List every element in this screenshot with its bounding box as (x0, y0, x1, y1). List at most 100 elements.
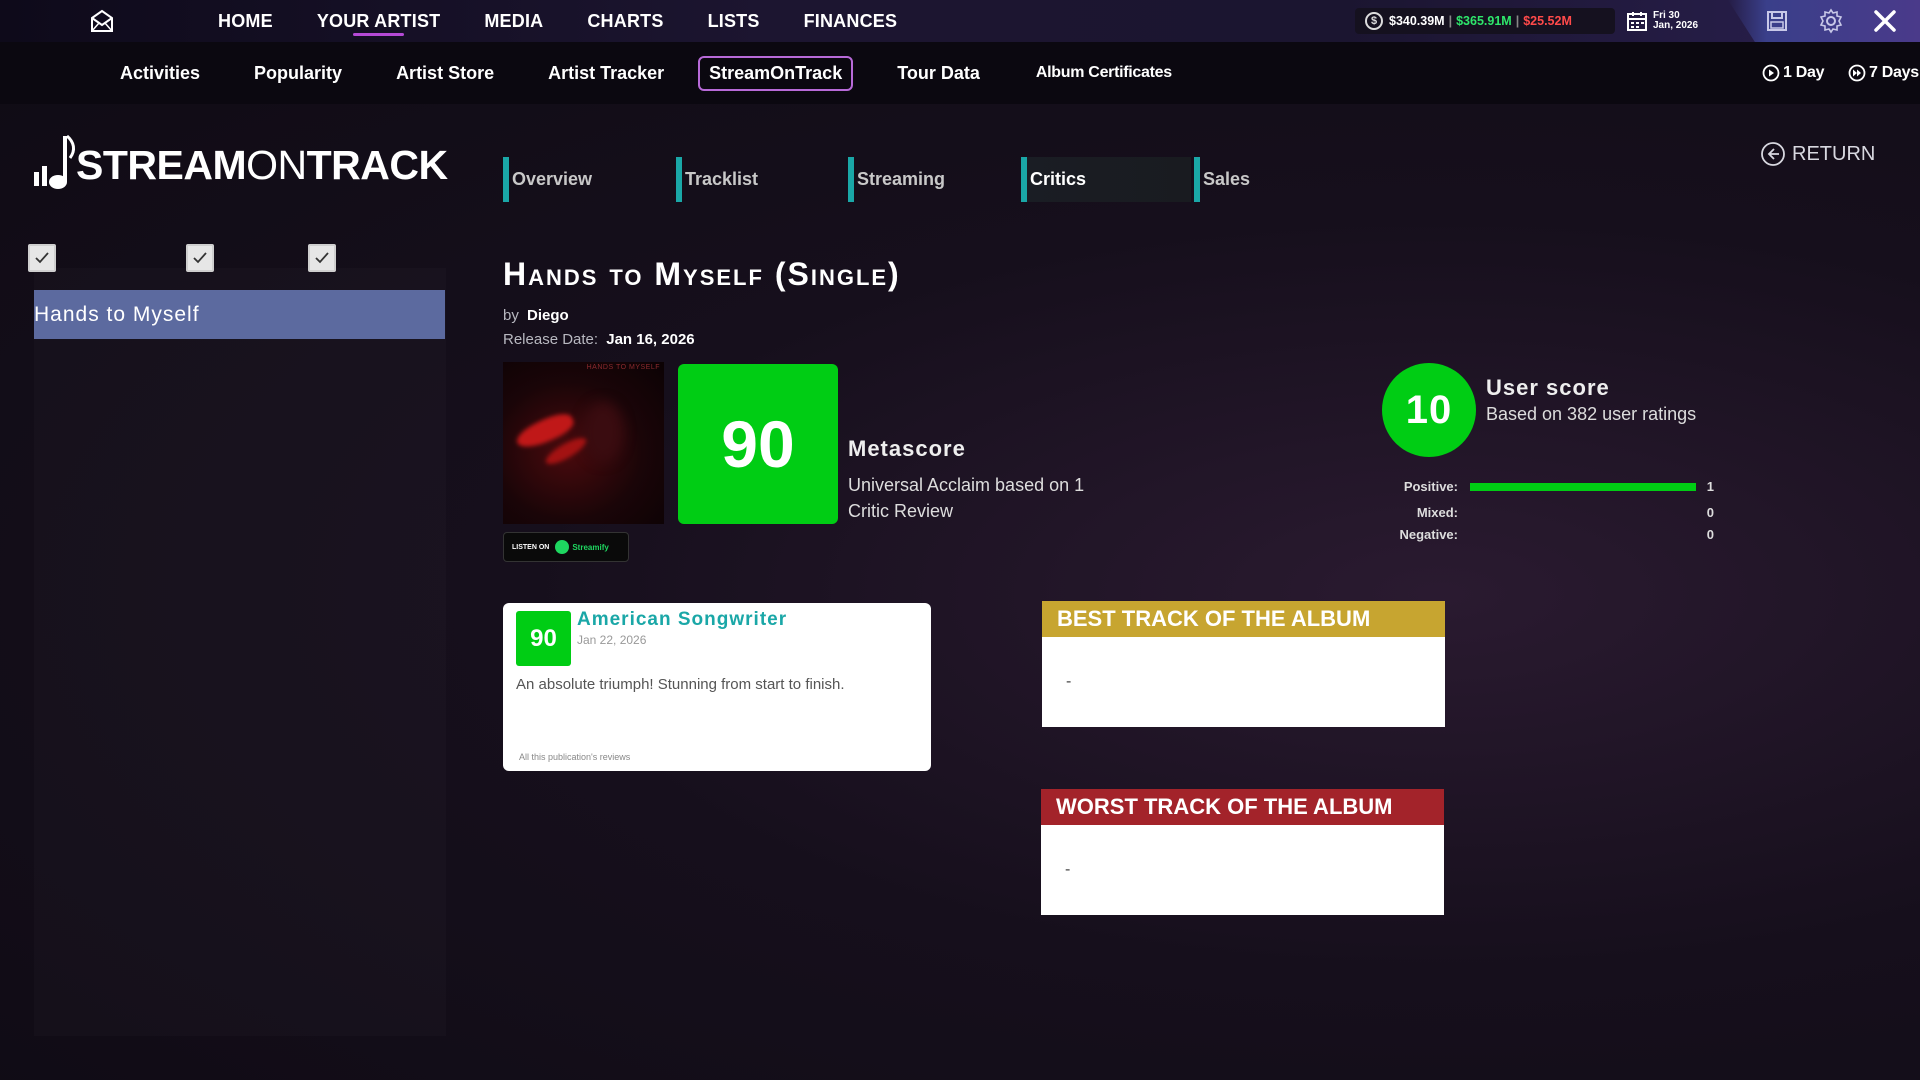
tab-streaming[interactable]: Streaming (848, 157, 1018, 202)
mail-icon[interactable] (88, 7, 116, 35)
checkmark-icon (193, 252, 207, 264)
logo-part-track: TRACK (306, 141, 448, 188)
distribution-label: Mixed: (1416, 505, 1458, 520)
tab-critics[interactable]: Critics (1021, 157, 1191, 202)
expenses-value: $25.52M (1523, 14, 1572, 28)
distribution-bar (1470, 531, 1696, 539)
subnav-album-certificates[interactable]: Album Certificates (1036, 64, 1172, 82)
sub-nav-bar: Activities Popularity Artist Store Artis… (0, 42, 1920, 104)
album-cover: HANDS TO MYSELF (503, 362, 664, 524)
publication-reviews-link[interactable]: All this publication's reviews (519, 752, 630, 762)
critic-review-card: 90 American Songwriter Jan 22, 2026 An a… (503, 603, 931, 771)
review-text: An absolute triumph! Stunning from start… (516, 676, 845, 693)
metascore-label: Metascore (848, 436, 966, 461)
userscore-label: User score (1486, 375, 1610, 400)
nav-finances[interactable]: FINANCES (804, 0, 898, 42)
subnav-activities[interactable]: Activities (120, 63, 200, 84)
logo-wordmark: STREAMONTRACK (76, 142, 448, 189)
game-date: Fri 30 Jan, 2026 (1626, 8, 1698, 34)
subnav-tour-data[interactable]: Tour Data (897, 63, 980, 84)
tab-indicator (503, 157, 509, 202)
tab-label: Critics (1030, 169, 1087, 189)
music-note-logo-icon (34, 134, 76, 189)
streamontrack-logo: STREAMONTRACK (32, 130, 448, 200)
return-button[interactable]: RETURN (1760, 141, 1875, 167)
advance-7-days-label: 7 Days (1869, 64, 1919, 81)
tab-tracklist[interactable]: Tracklist (676, 157, 846, 202)
release-date-value: Jan 16, 2026 (606, 331, 695, 348)
best-track-box: BEST TRACK OF THE ALBUM - (1042, 601, 1445, 727)
listen-service: Streamify (572, 542, 609, 552)
nav-media[interactable]: MEDIA (484, 0, 543, 42)
income-value: $365.91M (1456, 14, 1512, 28)
artist-subnav: Activities Popularity Artist Store Artis… (98, 42, 1194, 104)
worst-track-header: WORST TRACK OF THE ALBUM (1041, 789, 1444, 825)
metascore-description: Universal Acclaim based on 1 Critic Revi… (848, 475, 1085, 521)
separator: | (1515, 14, 1520, 28)
distribution-count: 0 (1706, 527, 1714, 542)
artist-name: Diego (527, 307, 569, 324)
tab-indicator (1194, 157, 1200, 202)
logo-part-on: ON (246, 141, 307, 188)
finance-summary[interactable]: $ $340.39M | $365.91M | $25.52M (1355, 8, 1615, 34)
distribution-count: 0 (1706, 505, 1714, 520)
balance-value: $340.39M (1389, 14, 1445, 28)
distribution-label: Negative: (1399, 527, 1458, 542)
tab-sales[interactable]: Sales (1194, 157, 1364, 202)
best-track-value: - (1066, 673, 1072, 690)
nav-your-artist[interactable]: YOUR ARTIST (317, 0, 441, 42)
review-publication[interactable]: American Songwriter (577, 609, 787, 631)
advance-7-days-button[interactable]: 7 Days (1848, 42, 1919, 104)
review-score: 90 (516, 611, 571, 666)
return-label: RETURN (1792, 142, 1876, 165)
album-list-panel (34, 268, 446, 1036)
listen-prefix: LISTEN ON (512, 543, 550, 551)
advance-1-day-label: 1 Day (1783, 64, 1825, 81)
checkmark-icon (35, 252, 49, 264)
worst-track-value: - (1065, 861, 1071, 878)
subnav-artist-tracker[interactable]: Artist Tracker (548, 63, 664, 84)
checkmark-icon (315, 252, 329, 264)
tab-indicator (1021, 157, 1027, 202)
subnav-streamontrack[interactable]: StreamOnTrack (698, 55, 854, 91)
artist-byline: by Diego (503, 307, 569, 324)
listen-on-button[interactable]: LISTEN ON Streamify (503, 532, 629, 562)
gear-icon[interactable] (1818, 8, 1844, 34)
nav-home[interactable]: HOME (218, 0, 273, 42)
nav-lists[interactable]: LISTS (708, 0, 760, 42)
save-icon[interactable] (1765, 9, 1789, 33)
metascore-badge: 90 (678, 364, 838, 524)
tab-label: Overview (512, 169, 593, 189)
back-arrow-icon (1761, 142, 1785, 166)
userscore-description: Based on 382 user ratings (1486, 404, 1697, 424)
distribution-count: 1 (1706, 479, 1714, 494)
userscore-badge: 10 (1382, 363, 1476, 457)
distribution-bar (1470, 483, 1696, 491)
close-icon[interactable] (1872, 8, 1898, 34)
tab-indicator (848, 157, 854, 202)
tab-label: Streaming (857, 169, 946, 189)
review-date: Jan 22, 2026 (577, 633, 647, 647)
streamify-icon (555, 540, 570, 554)
tab-overview[interactable]: Overview (503, 157, 673, 202)
album-title: Hands to Myself (Single) (503, 256, 901, 292)
tab-label: Tracklist (685, 169, 759, 189)
dollar-coin-icon: $ (1365, 12, 1383, 30)
worst-track-box: WORST TRACK OF THE ALBUM - (1041, 789, 1444, 915)
nav-charts[interactable]: CHARTS (587, 0, 663, 42)
tab-indicator (676, 157, 682, 202)
best-track-header: BEST TRACK OF THE ALBUM (1042, 601, 1445, 637)
by-prefix: by (503, 307, 519, 324)
release-date-prefix: Release Date: (503, 331, 599, 348)
filter-checkbox-3[interactable] (308, 244, 336, 272)
subnav-popularity[interactable]: Popularity (254, 63, 342, 84)
subnav-artist-store[interactable]: Artist Store (396, 63, 494, 84)
filter-checkbox-1[interactable] (28, 244, 56, 272)
filter-checkbox-2[interactable] (186, 244, 214, 272)
album-list-item[interactable]: Hands to Myself (34, 290, 445, 339)
top-bar: HOME YOUR ARTIST MEDIA CHARTS LISTS FINA… (0, 0, 1920, 42)
separator: | (1448, 14, 1453, 28)
logo-part-stream: STREAM (76, 141, 247, 188)
distribution-label: Positive: (1403, 479, 1458, 494)
advance-1-day-button[interactable]: 1 Day (1762, 42, 1825, 104)
